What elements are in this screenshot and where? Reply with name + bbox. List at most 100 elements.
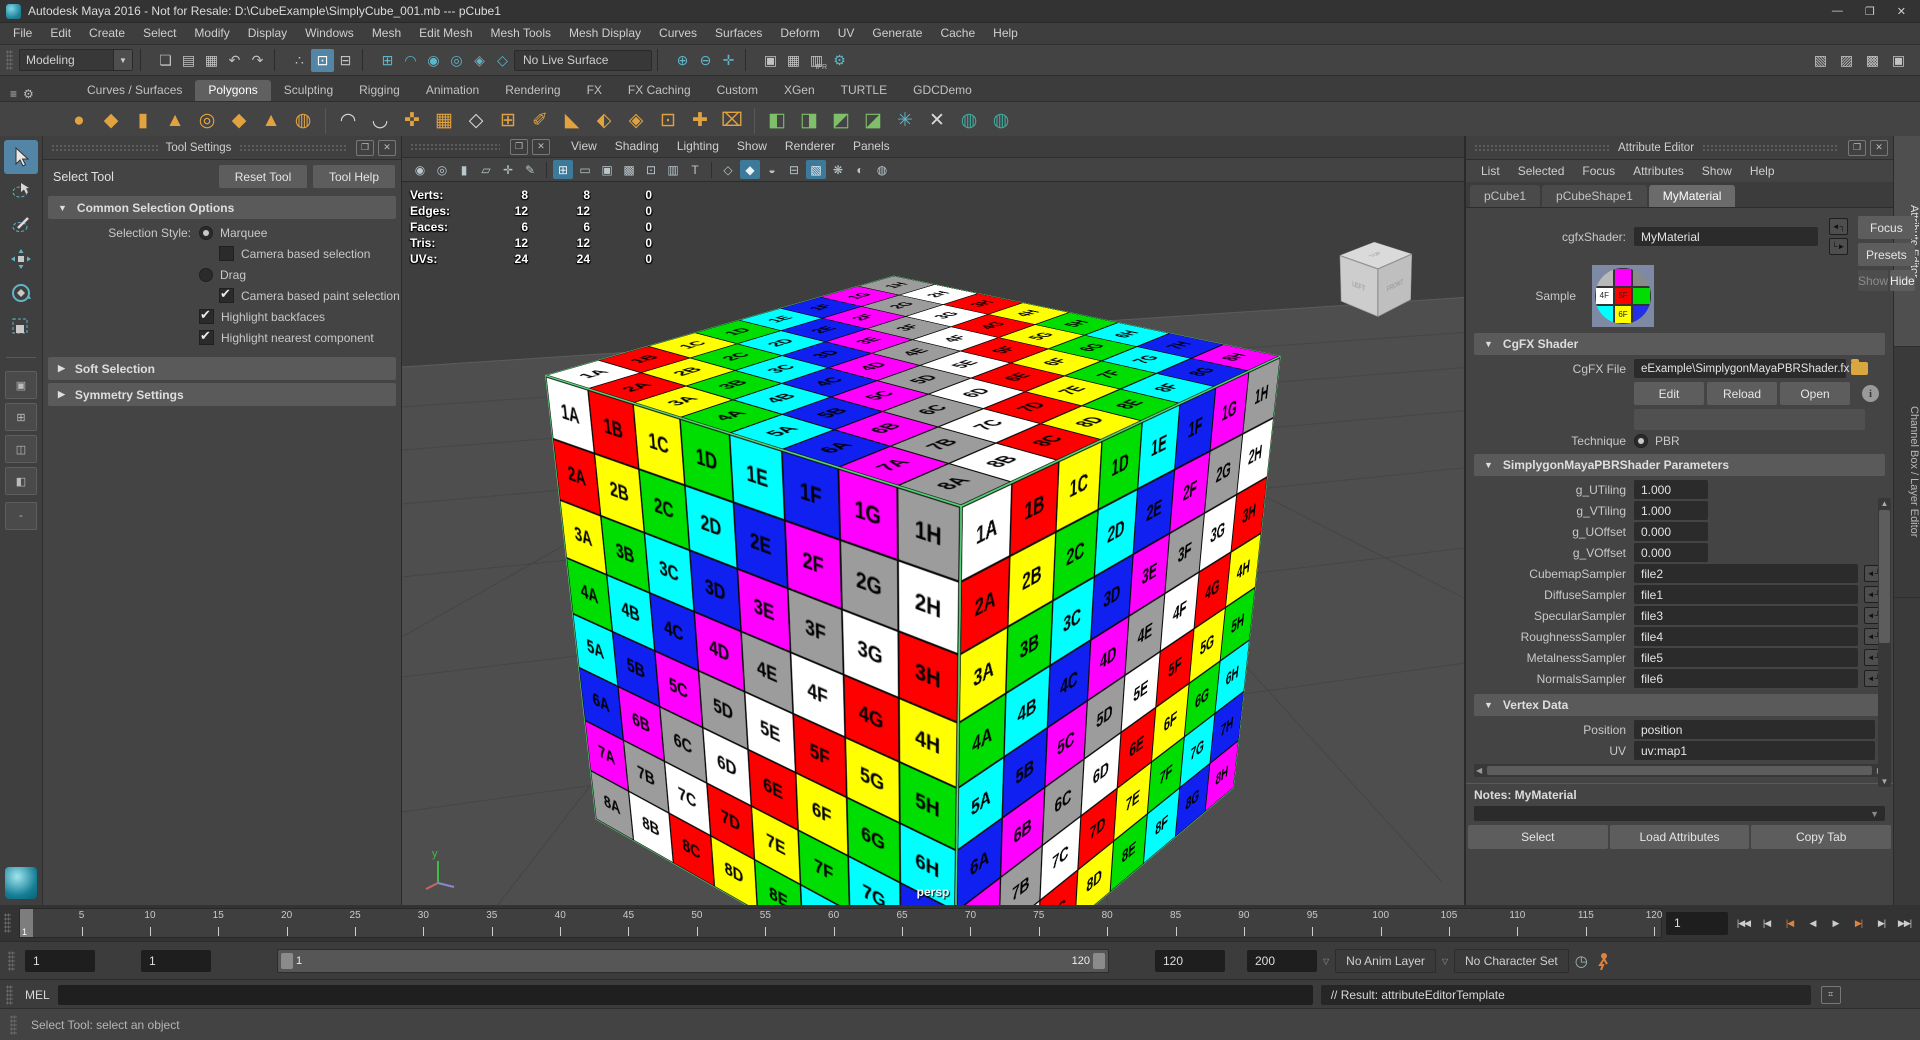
viewport-menu-view[interactable]: View — [562, 136, 606, 157]
ae-menu-show[interactable]: Show — [1693, 161, 1741, 182]
close-button[interactable]: ✕ — [1897, 5, 1906, 18]
menu-edit-mesh[interactable]: Edit Mesh — [410, 23, 481, 44]
ae-menu-attributes[interactable]: Attributes — [1624, 161, 1693, 182]
bookmark-icon[interactable]: ▮ — [454, 160, 474, 179]
menu-mesh-tools[interactable]: Mesh Tools — [482, 23, 560, 44]
grid-toggle-icon[interactable]: ⊞ — [553, 160, 573, 179]
reload-button[interactable]: Reload — [1707, 382, 1777, 405]
notes-field[interactable]: ▼ — [1474, 806, 1885, 821]
drag-radio[interactable] — [199, 268, 213, 282]
script-editor-icon[interactable]: ⌗ — [1821, 986, 1841, 1004]
browse-folder-icon[interactable] — [1851, 362, 1868, 375]
make-live-shelf-icon[interactable]: ◨ — [796, 108, 822, 134]
ae-menu-selected[interactable]: Selected — [1509, 161, 1574, 182]
go-to-start-button[interactable]: |◀◀ — [1732, 912, 1755, 935]
toggle-modeling-toolkit-icon[interactable]: ▧ — [1809, 49, 1832, 72]
play-forwards-button[interactable]: ▶ — [1824, 912, 1847, 935]
poly-cylinder-icon[interactable]: ▮ — [130, 108, 156, 134]
film-gate-icon[interactable]: ▭ — [575, 160, 595, 179]
shelf-tab-custom[interactable]: Custom — [704, 80, 771, 101]
select-hierarchy-icon[interactable]: ∴ — [288, 49, 311, 72]
animation-start-field[interactable]: 1 — [25, 950, 95, 972]
shelf-tab-animation[interactable]: Animation — [413, 80, 492, 101]
live-surface-field[interactable]: No Live Surface — [514, 50, 652, 71]
snap-projected-center-icon[interactable]: ◎ — [445, 49, 468, 72]
panel-drag-handle[interactable] — [239, 144, 346, 152]
menu-surfaces[interactable]: Surfaces — [706, 23, 771, 44]
section-soft-selection[interactable]: ▶Soft Selection — [48, 357, 396, 380]
param-field-diffusesampler[interactable]: file1 — [1634, 585, 1858, 604]
select-component-icon[interactable]: ⊟ — [334, 49, 357, 72]
auto-keyframe-icon[interactable]: ◷ — [1575, 952, 1588, 970]
range-grip[interactable] — [8, 951, 15, 971]
shelf-tab-fx-caching[interactable]: FX Caching — [615, 80, 704, 101]
poly-plane-icon[interactable]: ◆ — [226, 108, 252, 134]
focus-button[interactable]: Focus — [1858, 216, 1915, 239]
layout-shrink-button[interactable]: - — [5, 502, 37, 530]
popout-icon[interactable]: ❐ — [510, 139, 528, 155]
make-live-icon[interactable]: ◈ — [468, 49, 491, 72]
ae-menu-help[interactable]: Help — [1741, 161, 1784, 182]
multi-cut-icon[interactable]: ✚ — [687, 108, 713, 134]
flat-shade-icon[interactable]: ◒ — [762, 160, 782, 179]
safe-action-icon[interactable]: ▥ — [663, 160, 683, 179]
load-attributes-button[interactable]: Load Attributes — [1610, 825, 1750, 849]
render-current-frame-icon[interactable]: ▦ — [782, 49, 805, 72]
highlight-backfaces-checkbox[interactable] — [199, 309, 214, 324]
snap-grid-icon[interactable]: ⊞ — [376, 49, 399, 72]
rotate-tool[interactable] — [4, 276, 38, 310]
smooth-icon[interactable]: ◇ — [463, 108, 489, 134]
playback-range-slider[interactable]: 1 120 — [277, 949, 1109, 973]
help-grip[interactable] — [10, 1015, 17, 1035]
simplygon-sphere-1-icon[interactable]: ◍ — [956, 108, 982, 134]
param-field-g-uoffset[interactable]: 0.000 — [1634, 522, 1708, 541]
construction-history-icon[interactable]: ✛ — [717, 49, 740, 72]
scroll-down-icon[interactable]: ▼ — [1878, 777, 1891, 786]
select-object-icon[interactable]: ⊡ — [311, 49, 334, 72]
crease-icon[interactable]: ✳ — [892, 108, 918, 134]
extrude-icon[interactable]: ⬖ — [591, 108, 617, 134]
edit-button[interactable]: Edit — [1634, 382, 1704, 405]
render-settings-icon[interactable]: ⚙ — [828, 49, 851, 72]
shadows-icon[interactable]: ◐ — [850, 160, 870, 179]
menu-file[interactable]: File — [4, 23, 41, 44]
go-to-end-button[interactable]: ▶▶| — [1893, 912, 1916, 935]
bevel-icon[interactable]: ◈ — [623, 108, 649, 134]
save-scene-icon[interactable]: ▦ — [200, 49, 223, 72]
section-cgfx-shader[interactable]: ▼ CgFX Shader — [1474, 333, 1885, 355]
param-field-roughnesssampler[interactable]: file4 — [1634, 627, 1858, 646]
animation-preferences-icon[interactable] — [1594, 952, 1610, 970]
scale-tool[interactable] — [4, 310, 38, 344]
select-button[interactable]: Select — [1468, 825, 1608, 849]
screen-space-ao-icon[interactable]: ◍ — [872, 160, 892, 179]
menu-generate[interactable]: Generate — [863, 23, 931, 44]
undo-icon[interactable]: ↶ — [223, 49, 246, 72]
anim-layer-dropdown[interactable]: No Anim Layer — [1335, 949, 1436, 973]
cgfx-file-field[interactable]: eExample\SimplygonMayaPBRShader.fx — [1634, 359, 1846, 378]
range-start-handle[interactable] — [281, 953, 293, 969]
shelf-gear-icon[interactable]: ⚙ — [23, 87, 34, 101]
menu-windows[interactable]: Windows — [296, 23, 363, 44]
cgfxshader-field[interactable]: MyMaterial — [1634, 227, 1818, 246]
append-polygon-icon[interactable]: ⊞ — [495, 108, 521, 134]
vertical-scrollbar[interactable]: ▲ ▼ — [1878, 498, 1891, 787]
scrollbar-thumb[interactable] — [1487, 766, 1872, 775]
poly-torus-icon[interactable]: ◎ — [194, 108, 220, 134]
ae-tab-pcubeshape1[interactable]: pCubeShape1 — [1542, 185, 1647, 207]
menu-mesh-display[interactable]: Mesh Display — [560, 23, 650, 44]
popout-icon[interactable]: ❐ — [1848, 140, 1866, 156]
poly-cone-icon[interactable]: ▲ — [162, 108, 188, 134]
camera-based-selection-checkbox[interactable] — [219, 246, 234, 261]
shelf-tab-xgen[interactable]: XGen — [771, 80, 828, 101]
smooth-shade-icon[interactable]: ◆ — [740, 160, 760, 179]
open-scene-icon[interactable]: ▤ — [177, 49, 200, 72]
shelf-menu-icon[interactable]: ≡ — [10, 87, 17, 101]
pcube1-object[interactable]: 1A1B1C1D1E1F1G1H2A2B2C2D2E2F2G2H3A3B3C3D… — [670, 350, 1170, 850]
character-set-dropdown[interactable]: No Character Set — [1454, 949, 1569, 973]
param-field-specularsampler[interactable]: file3 — [1634, 606, 1858, 625]
step-forward-frame-button[interactable]: ▶| — [1847, 912, 1870, 935]
ae-menu-focus[interactable]: Focus — [1573, 161, 1624, 182]
param-field-metalnesssampler[interactable]: file5 — [1634, 648, 1858, 667]
output-connections-icon[interactable]: ⊖ — [694, 49, 717, 72]
render-view-icon[interactable]: ▣ — [759, 49, 782, 72]
